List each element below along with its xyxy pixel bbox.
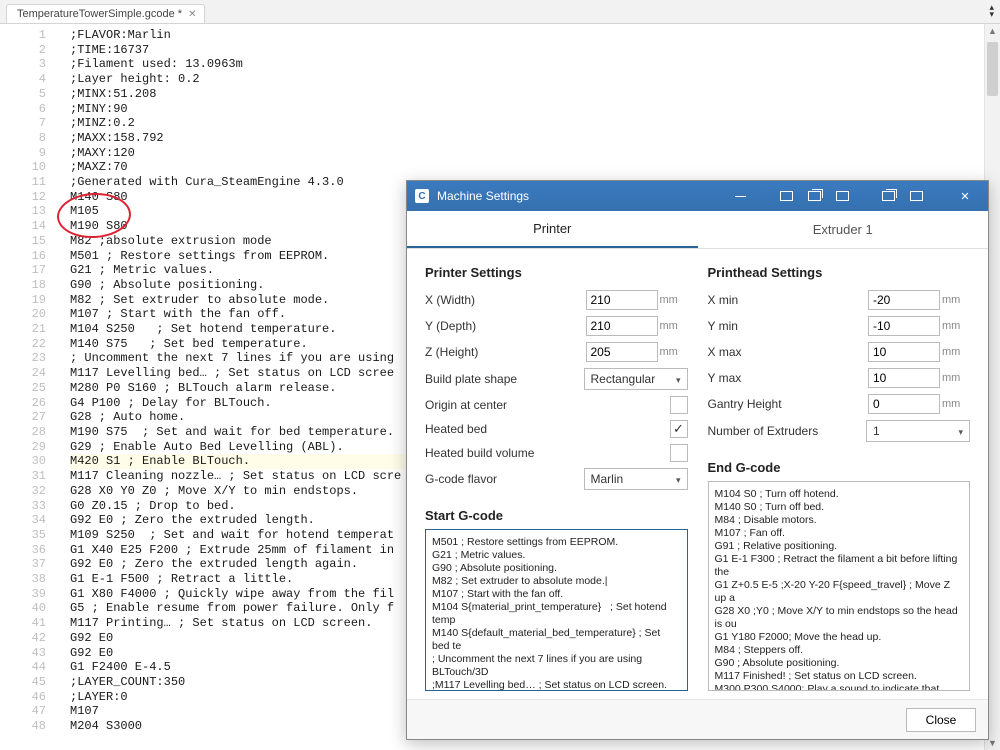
window-restore4-icon[interactable]: [874, 186, 902, 206]
gantry-input[interactable]: [868, 394, 940, 414]
build-plate-select[interactable]: Rectangular ▾: [584, 368, 688, 390]
ymin-unit: mm: [942, 320, 970, 332]
window-controls: ✕: [726, 186, 982, 206]
ymax-input[interactable]: [868, 368, 940, 388]
xmin-label: X min: [708, 293, 869, 307]
chevron-down-icon: ▾: [989, 11, 994, 18]
window-restore3-icon[interactable]: [828, 186, 856, 206]
gantry-unit: mm: [942, 398, 970, 410]
editor-tab[interactable]: TemperatureTowerSimple.gcode * ✕: [6, 4, 205, 23]
heated-bed-label: Heated bed: [425, 422, 670, 436]
x-width-input[interactable]: [586, 290, 658, 310]
printhead-settings-title: Printhead Settings: [708, 265, 971, 280]
x-width-unit: mm: [660, 294, 688, 306]
heated-bed-checkbox[interactable]: ✓: [670, 420, 688, 438]
gcode-flavor-value: Marlin: [591, 472, 624, 486]
scroll-thumb[interactable]: [987, 42, 998, 96]
z-height-unit: mm: [660, 346, 688, 358]
heated-vol-label: Heated build volume: [425, 446, 670, 460]
build-plate-label: Build plate shape: [425, 372, 584, 386]
app-window: TemperatureTowerSimple.gcode * ✕ ▴ ▾ 123…: [0, 0, 1000, 750]
close-icon[interactable]: ✕: [188, 9, 196, 20]
heated-vol-checkbox[interactable]: [670, 444, 688, 462]
xmax-unit: mm: [942, 346, 970, 358]
start-gcode-textarea[interactable]: M501 ; Restore settings from EEPROM. G21…: [425, 529, 688, 691]
printer-settings-column: Printer Settings X (Width) mm Y (Depth) …: [425, 261, 688, 691]
window-restore2-icon[interactable]: [800, 186, 828, 206]
gantry-label: Gantry Height: [708, 397, 869, 411]
dialog-body: Printer Settings X (Width) mm Y (Depth) …: [407, 249, 988, 699]
dialog-footer: Close: [407, 699, 988, 739]
ymax-label: Y max: [708, 371, 869, 385]
end-gcode-title: End G-code: [708, 460, 971, 475]
y-depth-input[interactable]: [586, 316, 658, 336]
printer-settings-title: Printer Settings: [425, 265, 688, 280]
xmin-input[interactable]: [868, 290, 940, 310]
xmax-input[interactable]: [868, 342, 940, 362]
window-close-button[interactable]: ✕: [948, 186, 982, 206]
dialog-title: Machine Settings: [437, 189, 726, 203]
extruders-select[interactable]: 1▾: [866, 420, 970, 442]
z-height-label: Z (Height): [425, 345, 586, 359]
xmax-label: X max: [708, 345, 869, 359]
z-height-input[interactable]: [586, 342, 658, 362]
tab-printer[interactable]: Printer: [407, 211, 698, 248]
build-plate-value: Rectangular: [591, 372, 656, 386]
scroll-up-arrow-icon[interactable]: ▲: [985, 26, 1000, 36]
end-gcode-textarea[interactable]: M104 S0 ; Turn off hotend. M140 S0 ; Tur…: [708, 481, 971, 691]
tab-extruder1[interactable]: Extruder 1: [698, 211, 989, 248]
printhead-settings-column: Printhead Settings X min mm Y min mm X m…: [708, 261, 971, 691]
extruders-value: 1: [873, 424, 880, 438]
y-depth-unit: mm: [660, 320, 688, 332]
dialog-titlebar[interactable]: C Machine Settings ✕: [407, 181, 988, 211]
close-button[interactable]: Close: [906, 708, 976, 732]
chevron-down-icon: ▾: [676, 475, 681, 486]
gcode-flavor-select[interactable]: Marlin ▾: [584, 468, 688, 490]
editor-tab-label: TemperatureTowerSimple.gcode *: [17, 8, 182, 20]
ymin-input[interactable]: [868, 316, 940, 336]
machine-settings-dialog: C Machine Settings ✕ Printer: [406, 180, 989, 740]
chevron-down-icon: ▾: [958, 427, 963, 438]
x-width-label: X (Width): [425, 293, 586, 307]
tab-overflow-button[interactable]: ▴ ▾: [989, 4, 994, 18]
app-logo-icon: C: [415, 189, 429, 203]
origin-label: Origin at center: [425, 398, 670, 412]
ymax-unit: mm: [942, 372, 970, 384]
chevron-down-icon: ▾: [676, 375, 681, 386]
window-restore5-icon[interactable]: [902, 186, 930, 206]
window-minimize-icon[interactable]: [726, 186, 754, 206]
xmin-unit: mm: [942, 294, 970, 306]
dialog-tabs: Printer Extruder 1: [407, 211, 988, 249]
y-depth-label: Y (Depth): [425, 319, 586, 333]
origin-checkbox[interactable]: [670, 396, 688, 414]
ymin-label: Y min: [708, 319, 869, 333]
line-gutter: 1234567891011121314151617181920212223242…: [0, 24, 58, 750]
window-restore1-icon[interactable]: [772, 186, 800, 206]
gcode-flavor-label: G-code flavor: [425, 472, 584, 486]
editor-tabstrip: TemperatureTowerSimple.gcode * ✕ ▴ ▾: [0, 0, 1000, 24]
start-gcode-title: Start G-code: [425, 508, 688, 523]
extruders-label: Number of Extruders: [708, 424, 867, 438]
